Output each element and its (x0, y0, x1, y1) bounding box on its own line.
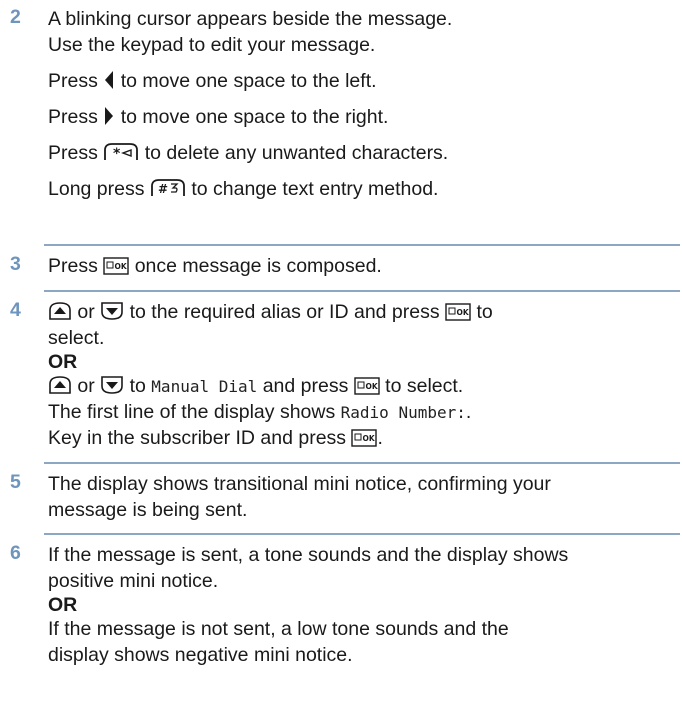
step-text: Press to move one space to the right. (48, 104, 678, 130)
up-navigation-key-icon (48, 375, 72, 395)
step-text: or (77, 375, 95, 397)
menu-ok-key-icon: OK (351, 429, 378, 447)
step-text: to the required alias or ID and press (129, 301, 440, 323)
step-content: Press OK once message is composed. (48, 253, 678, 279)
step-separator (44, 462, 680, 464)
step-text: or to Manual Dial and press OK to select… (48, 373, 678, 399)
step-text: Long press # to change text entry method… (48, 176, 678, 202)
svg-text:#: # (158, 182, 168, 196)
step-text: Key in the subscriber ID and press (48, 427, 347, 449)
step-text: The display shows transitional mini noti… (48, 473, 551, 495)
step-text: to move one space to the right. (120, 106, 389, 128)
step-content: A blinking cursor appears beside the mes… (48, 6, 678, 202)
step-text: Key in the subscriber ID and press OK . (48, 425, 678, 451)
svg-text:OK: OK (365, 382, 378, 391)
step-text: or to the required alias or ID and press… (48, 299, 678, 325)
hash-key-icon: # (150, 178, 186, 198)
or-label: OR (48, 351, 78, 373)
svg-text:*: * (113, 146, 121, 162)
step-text: If the message is sent, a tone sounds an… (48, 544, 569, 566)
star-delete-key-icon: * (103, 142, 139, 162)
step-text: A blinking cursor appears beside the mes… (48, 8, 453, 30)
menu-ok-key-icon: OK (103, 257, 129, 275)
step-text: positive mini notice. (48, 570, 219, 592)
step-text: and press (262, 375, 349, 397)
step-text: Press OK once message is composed. (48, 253, 678, 279)
right-arrow-key-icon (103, 106, 115, 126)
step-text: Long press (48, 178, 145, 200)
step-text: to select. (385, 375, 464, 397)
instruction-steps: 2 A blinking cursor appears beside the m… (0, 0, 682, 714)
step-text: Press * to delete any unwanted character… (48, 140, 678, 166)
step-text: Use the keypad to edit your message. (48, 34, 376, 56)
step-content: The display shows transitional mini noti… (48, 471, 678, 523)
step-content: If the message is sent, a tone sounds an… (48, 542, 678, 668)
svg-text:OK: OK (363, 434, 376, 443)
down-navigation-key-icon (100, 301, 124, 321)
step-text: If the message is not sent, a low tone s… (48, 618, 509, 640)
step-text: message is being sent. (48, 499, 248, 521)
svg-text:OK: OK (115, 262, 128, 271)
step-text: to delete any unwanted characters. (144, 142, 449, 164)
down-navigation-key-icon (100, 375, 124, 395)
step-number: 5 (10, 471, 21, 493)
step-number: 2 (10, 6, 21, 28)
step-separator (44, 533, 680, 535)
menu-item-name: Manual Dial (151, 377, 258, 396)
step-text: to move one space to the left. (120, 70, 377, 92)
step-text: Press (48, 255, 98, 277)
step-text: or (77, 301, 95, 323)
step-text: Press (48, 70, 98, 92)
step-text: once message is composed. (134, 255, 382, 277)
step-text: display shows negative mini notice. (48, 644, 353, 666)
step-text: to change text entry method. (191, 178, 439, 200)
display-text: Radio Number: (340, 403, 466, 422)
step-text: The first line of the display shows (48, 401, 336, 423)
or-label: OR (48, 594, 78, 616)
svg-text:OK: OK (457, 308, 470, 317)
left-arrow-key-icon (103, 70, 115, 90)
up-navigation-key-icon (48, 301, 72, 321)
menu-ok-key-icon: OK (445, 303, 471, 321)
step-number: 6 (10, 542, 21, 564)
menu-ok-key-icon: OK (354, 377, 380, 395)
step-text: The first line of the display shows Radi… (48, 399, 678, 425)
step-text: . (465, 401, 472, 423)
step-text: . (377, 427, 383, 449)
step-text: Press (48, 142, 98, 164)
step-separator (44, 290, 680, 292)
step-text: to (476, 301, 493, 323)
step-number: 4 (10, 299, 21, 321)
step-text: select. (48, 327, 105, 349)
step-text: Press to move one space to the left. (48, 68, 678, 94)
step-text: to (129, 375, 146, 397)
step-separator (44, 244, 680, 246)
step-number: 3 (10, 253, 21, 275)
step-text: Press (48, 106, 98, 128)
step-content: or to the required alias or ID and press… (48, 299, 678, 451)
